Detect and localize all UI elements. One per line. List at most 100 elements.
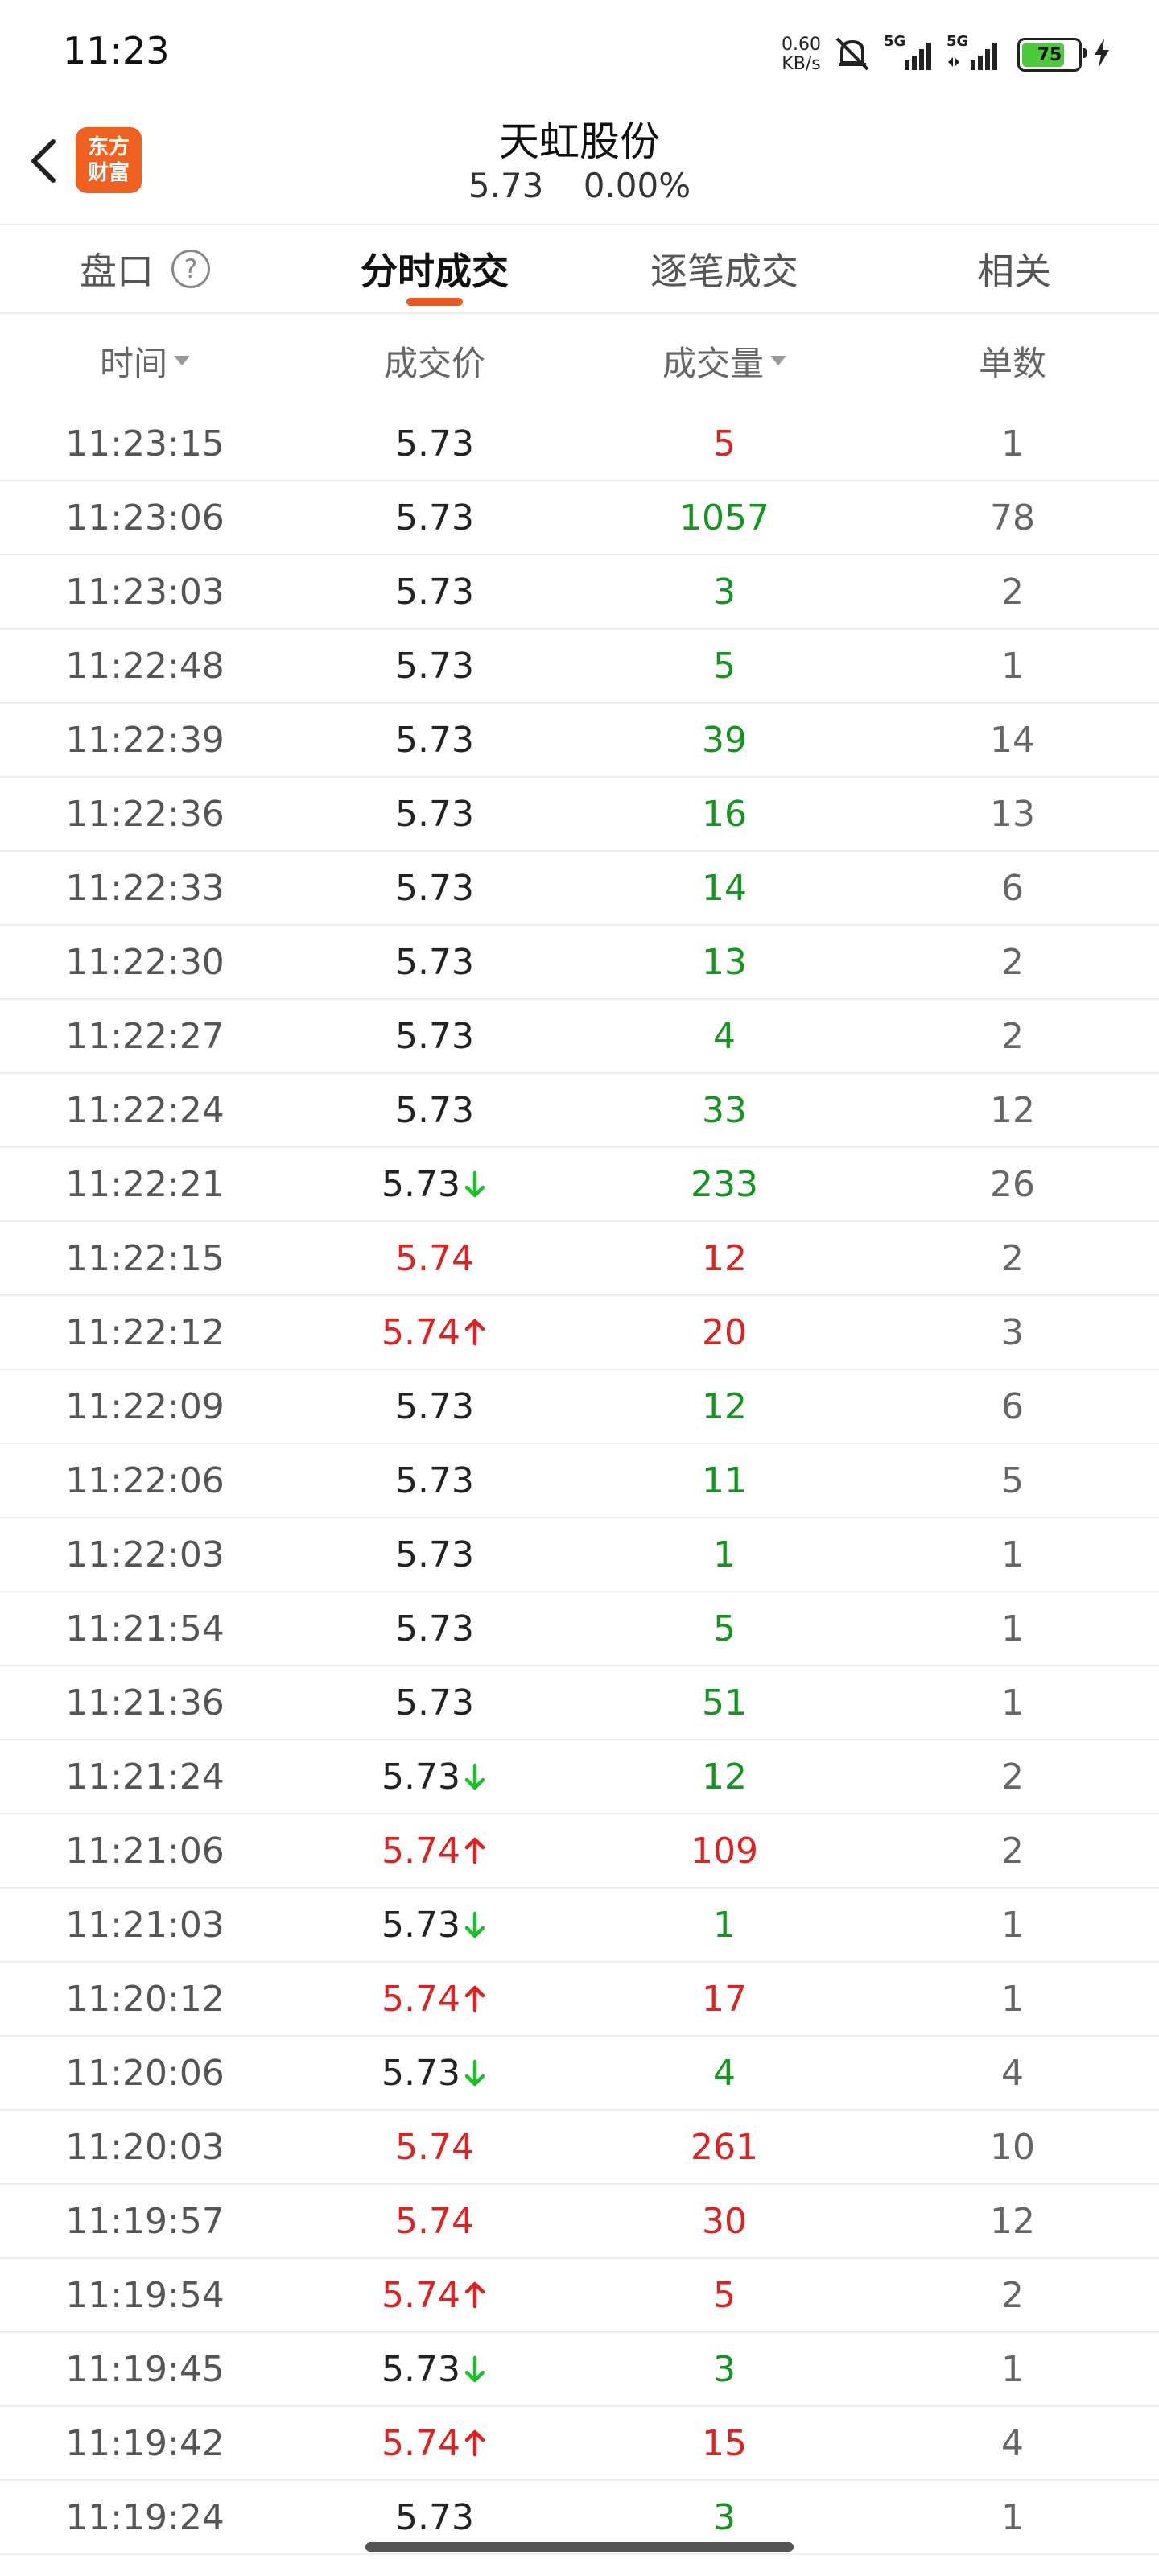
- table-row[interactable]: 11:23:03 5.73 3 2: [0, 555, 1159, 630]
- table-row[interactable]: 11:22:39 5.73 39 14: [0, 704, 1159, 778]
- trade-price-cell: 5.73: [354, 1370, 515, 1443]
- tab-bar: 盘口 ? 分时成交 逐笔成交 相关: [0, 225, 1159, 314]
- column-volume[interactable]: 成交量: [644, 314, 805, 407]
- table-row[interactable]: 11:21:24 5.73 12 2: [0, 1740, 1159, 1814]
- table-row[interactable]: 11:22:21 5.73 233 26: [0, 1148, 1159, 1222]
- table-row[interactable]: 11:22:12 5.74 20 3: [0, 1296, 1159, 1370]
- table-row[interactable]: 11:22:33 5.73 14 6: [0, 852, 1159, 926]
- table-row[interactable]: 11:20:06 5.73 4 4: [0, 2037, 1159, 2111]
- table-row[interactable]: 11:21:06 5.74 109 2: [0, 1814, 1159, 1889]
- table-row[interactable]: 11:21:03 5.73 1 1: [0, 1889, 1159, 1963]
- trade-count: 10: [990, 2126, 1035, 2168]
- table-row[interactable]: 11:22:48 5.73 5 1: [0, 630, 1159, 704]
- trade-count: 1: [1001, 2496, 1024, 2538]
- trade-price: 5.74: [395, 2126, 474, 2168]
- table-row[interactable]: 11:20:12 5.74 17 1: [0, 1963, 1159, 2037]
- trade-volume: 20: [702, 1311, 747, 1353]
- trade-price-cell: 5.73: [354, 1518, 515, 1591]
- status-time: 11:23: [63, 29, 170, 72]
- trade-price-cell: 5.73: [354, 1889, 515, 1961]
- trade-time: 11:22:12: [65, 1311, 225, 1353]
- table-row[interactable]: 11:22:27 5.73 4 2: [0, 1000, 1159, 1074]
- trade-price-cell: 5.74: [354, 1814, 515, 1887]
- trade-count: 2: [1001, 1015, 1024, 1057]
- table-row[interactable]: 11:22:03 5.73 1 1: [0, 1518, 1159, 1592]
- trade-volume: 12: [702, 1237, 747, 1279]
- trade-time: 11:22:30: [65, 941, 225, 983]
- help-icon[interactable]: ?: [171, 250, 210, 288]
- trade-volume: 51: [702, 1682, 747, 1724]
- table-row[interactable]: 11:22:24 5.73 33 12: [0, 1074, 1159, 1148]
- trade-volume: 233: [691, 1163, 758, 1205]
- trade-count: 4: [1001, 2052, 1024, 2094]
- trade-price-cell: 5.73: [354, 1074, 515, 1146]
- trade-price: 5.74: [382, 2422, 460, 2464]
- trade-count: 12: [990, 2200, 1035, 2242]
- trade-count: 1: [1001, 1534, 1024, 1575]
- trade-time: 11:19:57: [65, 2200, 225, 2242]
- table-row[interactable]: 11:21:54 5.73 5 1: [0, 1592, 1159, 1666]
- trade-price: 5.73: [382, 2348, 460, 2390]
- trade-list[interactable]: 11:23:15 5.73 5 1 11:23:06 5.73 1057 78 11:23:03…: [0, 407, 1159, 2555]
- table-row[interactable]: 11:19:54 5.74 5 2: [0, 2259, 1159, 2333]
- arrow-up-icon: [464, 1985, 485, 2013]
- tab-minute-trades-label: 分时成交: [361, 250, 509, 293]
- trade-count: 14: [990, 719, 1035, 761]
- tab-tick-trades[interactable]: 逐笔成交: [612, 225, 837, 312]
- table-row[interactable]: 11:19:42 5.74 15 4: [0, 2407, 1159, 2481]
- trade-price: 5.73: [395, 1608, 474, 1649]
- table-row[interactable]: 11:20:03 5.74 261 10: [0, 2111, 1159, 2185]
- table-row[interactable]: 11:19:57 5.74 30 12: [0, 2185, 1159, 2259]
- table-row[interactable]: 11:22:06 5.73 11 5: [0, 1444, 1159, 1518]
- trade-count: 6: [1001, 867, 1024, 909]
- table-row[interactable]: 11:22:36 5.73 16 13: [0, 778, 1159, 852]
- trade-price-cell: 5.74: [354, 1296, 515, 1368]
- trade-count: 2: [1001, 1830, 1024, 1872]
- trade-time: 11:21:54: [65, 1608, 225, 1649]
- trade-volume: 14: [702, 867, 747, 909]
- trade-price-cell: 5.74: [354, 2111, 515, 2183]
- trade-time: 11:23:15: [65, 423, 225, 464]
- trade-count: 2: [1001, 941, 1024, 983]
- trade-time: 11:21:03: [65, 1904, 225, 1946]
- trade-price-cell: 5.73: [354, 2037, 515, 2109]
- trade-volume: 5: [713, 1608, 736, 1649]
- home-indicator[interactable]: [365, 2542, 794, 2552]
- tab-order-book[interactable]: 盘口 ?: [48, 225, 241, 312]
- trade-time: 11:22:27: [65, 1015, 225, 1057]
- trade-volume: 5: [713, 645, 736, 687]
- trade-count: 2: [1001, 1237, 1024, 1279]
- trade-price: 5.74: [382, 2274, 460, 2316]
- table-row[interactable]: 11:23:15 5.73 5 1: [0, 407, 1159, 481]
- column-time[interactable]: 时间: [64, 314, 225, 407]
- trade-count: 1: [1001, 645, 1024, 687]
- trade-price: 5.73: [395, 423, 474, 464]
- tab-order-book-label: 盘口: [80, 250, 154, 293]
- table-row[interactable]: 11:22:15 5.74 12 2: [0, 1222, 1159, 1296]
- trade-time: 11:20:06: [65, 2052, 225, 2094]
- trade-count: 78: [990, 497, 1035, 539]
- trade-time: 11:19:42: [65, 2422, 225, 2464]
- svg-text:5G: 5G: [884, 33, 905, 50]
- battery-percent: 75: [1037, 44, 1062, 65]
- tab-related[interactable]: 相关: [918, 225, 1111, 312]
- trade-time: 11:22:36: [65, 793, 225, 835]
- trade-time: 11:22:24: [65, 1089, 225, 1131]
- charging-icon: [1093, 37, 1111, 72]
- trade-count: 1: [1001, 2348, 1024, 2390]
- table-row[interactable]: 11:22:09 5.73 12 6: [0, 1370, 1159, 1444]
- tab-tick-trades-label: 逐笔成交: [650, 250, 798, 293]
- trade-volume: 12: [702, 1385, 747, 1427]
- table-row[interactable]: 11:21:36 5.73 51 1: [0, 1666, 1159, 1740]
- trade-time: 11:20:12: [65, 1978, 225, 2020]
- table-row[interactable]: 11:19:45 5.73 3 1: [0, 2333, 1159, 2407]
- trade-volume: 12: [702, 1756, 747, 1798]
- table-row[interactable]: 11:23:06 5.73 1057 78: [0, 481, 1159, 555]
- trade-count: 1: [1001, 423, 1024, 464]
- arrow-down-icon: [464, 1763, 485, 1790]
- trade-price-cell: 5.73: [354, 555, 515, 628]
- trade-count: 1: [1001, 1608, 1024, 1649]
- trade-price: 5.73: [395, 645, 474, 687]
- table-row[interactable]: 11:22:30 5.73 13 2: [0, 926, 1159, 1000]
- trade-price-cell: 5.73: [354, 1740, 515, 1813]
